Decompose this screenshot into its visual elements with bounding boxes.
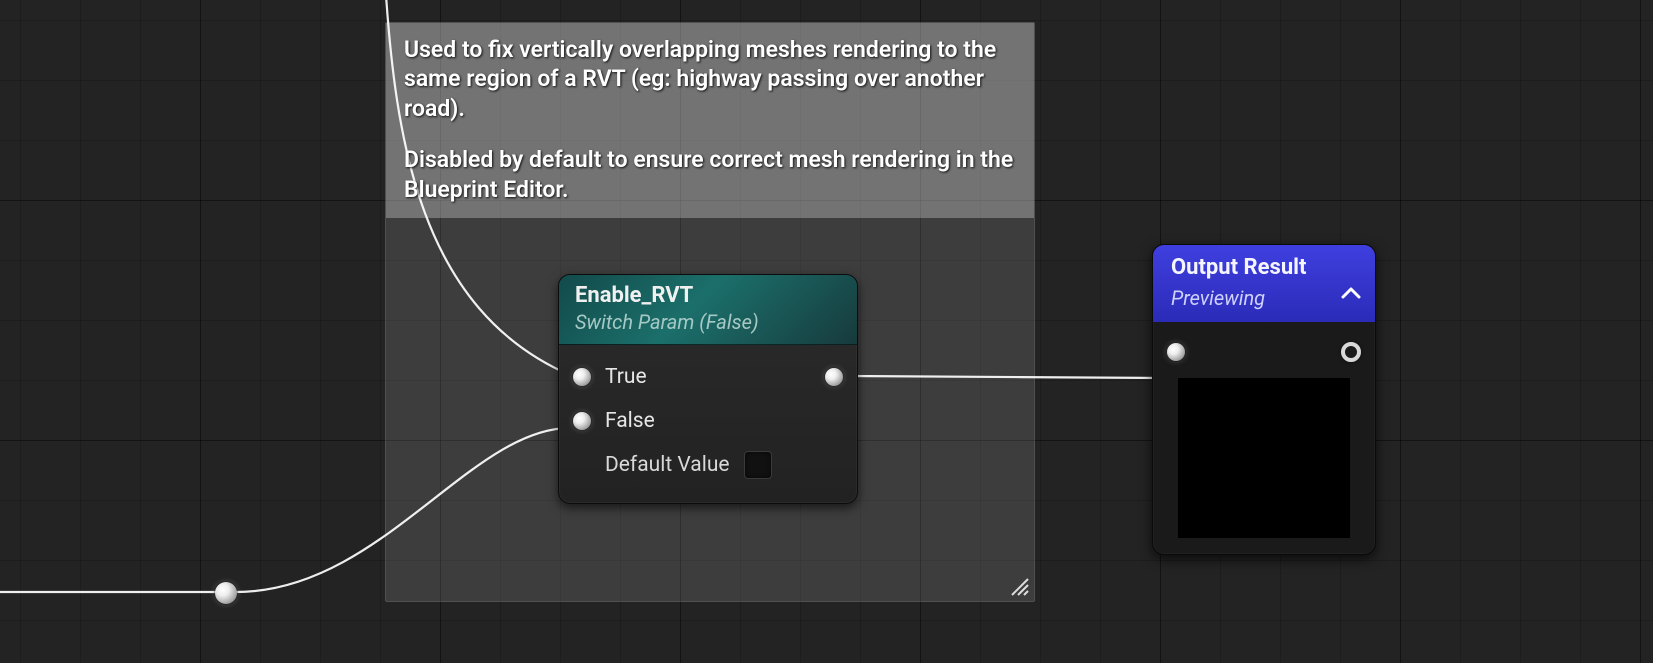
output-pin-row: [1167, 332, 1361, 372]
switch-node-subtitle: Switch Param (False): [575, 310, 841, 334]
output-pin[interactable]: [825, 368, 843, 386]
default-value-checkbox[interactable]: [744, 451, 772, 479]
output-node-title: Output Result: [1171, 255, 1357, 280]
switch-param-node[interactable]: Enable_RVT Switch Param (False) True Fal…: [558, 274, 858, 504]
pin-row-false: False: [573, 399, 843, 443]
pin-dot-icon: [215, 582, 237, 604]
pin-label-false: False: [605, 409, 655, 433]
switch-node-header[interactable]: Enable_RVT Switch Param (False): [559, 275, 857, 345]
output-result-node[interactable]: Output Result Previewing: [1152, 244, 1376, 555]
reroute-pin[interactable]: [215, 582, 237, 604]
resize-handle-icon[interactable]: [1008, 575, 1030, 597]
default-value-row: Default Value: [573, 443, 843, 487]
input-pin-true[interactable]: [573, 368, 591, 386]
output-node-header[interactable]: Output Result Previewing: [1153, 245, 1375, 322]
comment-header[interactable]: Used to fix vertically overlapping meshe…: [386, 23, 1034, 218]
default-value-label: Default Value: [605, 453, 730, 477]
pin-label-true: True: [605, 365, 647, 389]
output-node-subtitle: Previewing: [1171, 286, 1357, 310]
comment-text-1: Used to fix vertically overlapping meshe…: [404, 35, 1016, 123]
switch-node-title: Enable_RVT: [575, 283, 841, 308]
pin-row-true: True: [573, 355, 843, 399]
output-input-pin[interactable]: [1167, 343, 1185, 361]
output-node-body: [1153, 322, 1375, 554]
comment-text-2: Disabled by default to ensure correct me…: [404, 145, 1016, 204]
output-ring-pin[interactable]: [1341, 342, 1361, 362]
output-preview: [1178, 378, 1350, 538]
switch-node-body: True False Default Value: [559, 345, 857, 503]
input-pin-false[interactable]: [573, 412, 591, 430]
chevron-up-icon[interactable]: [1341, 285, 1361, 299]
